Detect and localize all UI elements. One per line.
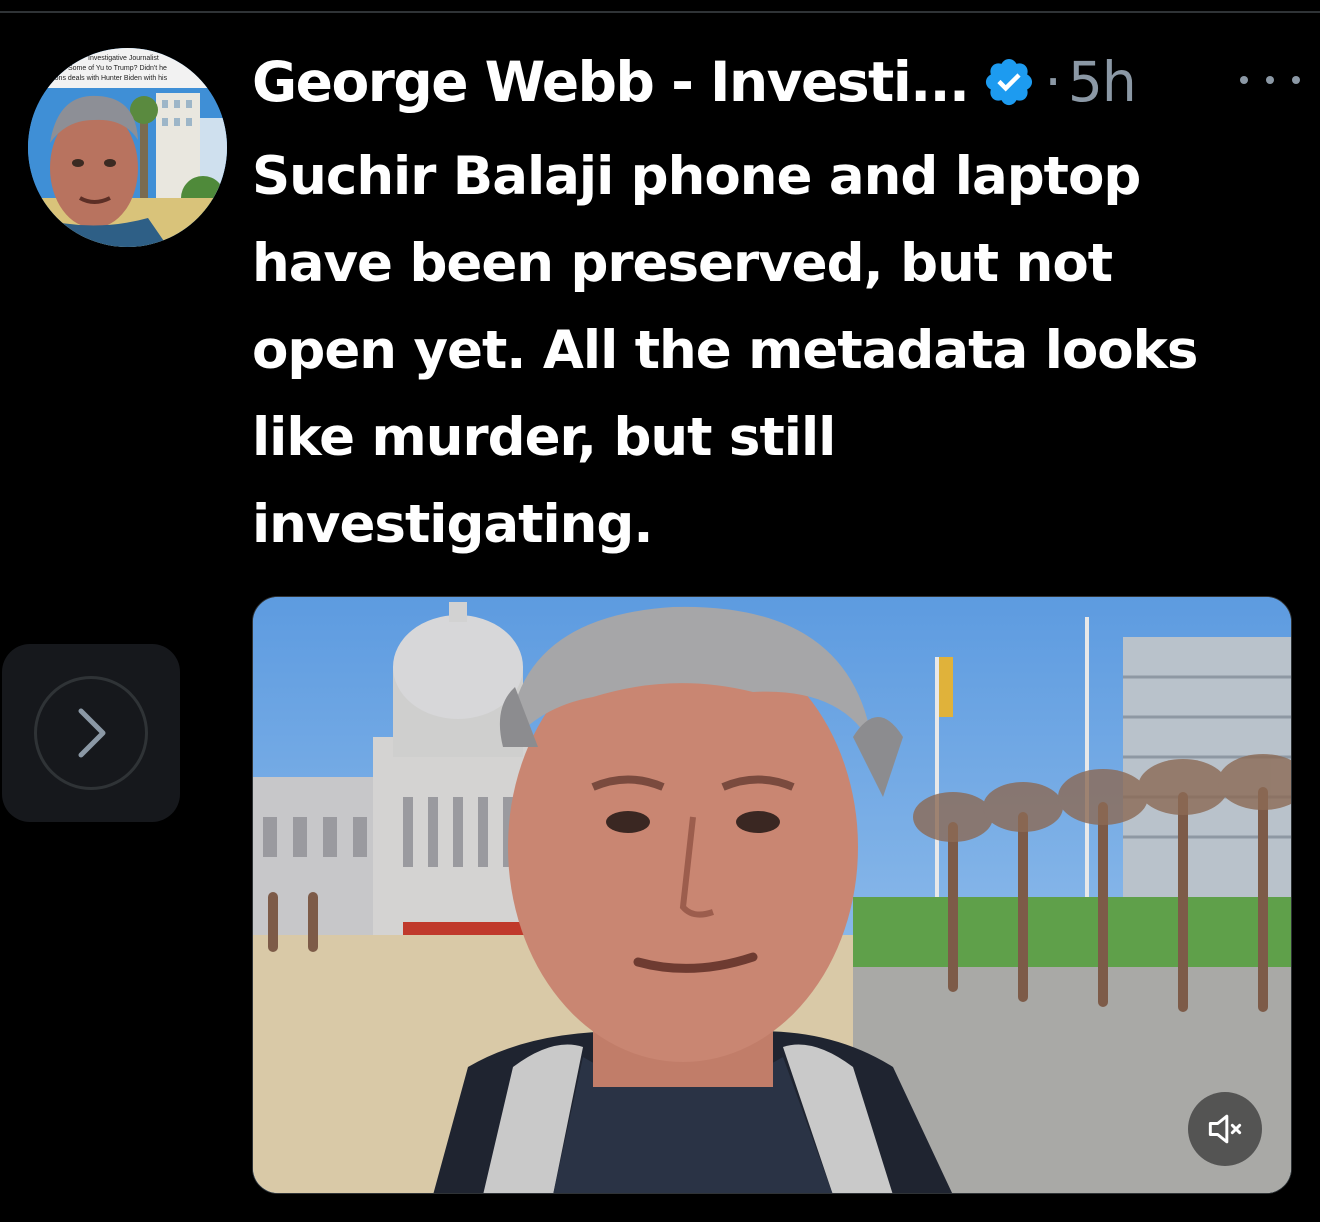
avatar-banner-line-3: Pons deals with Hunter Biden with his	[50, 75, 168, 82]
speaker-muted-icon	[1208, 1114, 1242, 1144]
more-horizontal-icon	[1240, 76, 1248, 84]
avatar-banner-line-1: Investigative Journalist	[88, 55, 159, 62]
post-text-line: open yet. All the metadata looks	[252, 320, 1198, 381]
post-text: Suchir Balaji phone and laptop have been…	[252, 133, 1312, 568]
time-separator: ·	[1044, 50, 1062, 114]
post-text-line: have been preserved, but not	[252, 233, 1113, 294]
post-text-line: Suchir Balaji phone and laptop	[252, 146, 1141, 207]
chevron-right-icon	[78, 708, 106, 758]
verified-badge-icon	[982, 55, 1036, 109]
top-divider	[0, 11, 1320, 13]
unmute-button[interactable]	[1188, 1092, 1262, 1166]
author-name[interactable]: George Webb - Investi...	[252, 50, 970, 114]
post-video[interactable]	[252, 596, 1292, 1194]
post-text-line: investigating.	[252, 494, 653, 555]
post-time[interactable]: 5h	[1068, 50, 1137, 114]
author-avatar[interactable]: Investigative Journalist Some of Yu to T…	[28, 48, 227, 247]
more-horizontal-icon-dot	[1266, 76, 1274, 84]
more-horizontal-icon-dot	[1292, 76, 1300, 84]
post-text-line: like murder, but still	[252, 407, 836, 468]
post-header: George Webb - Investi... · 5h	[252, 46, 1137, 118]
more-options-button[interactable]	[1240, 66, 1300, 94]
next-media-button[interactable]	[34, 676, 148, 790]
avatar-banner-line-2: Some of Yu to Trump? Didn't he	[68, 65, 167, 72]
